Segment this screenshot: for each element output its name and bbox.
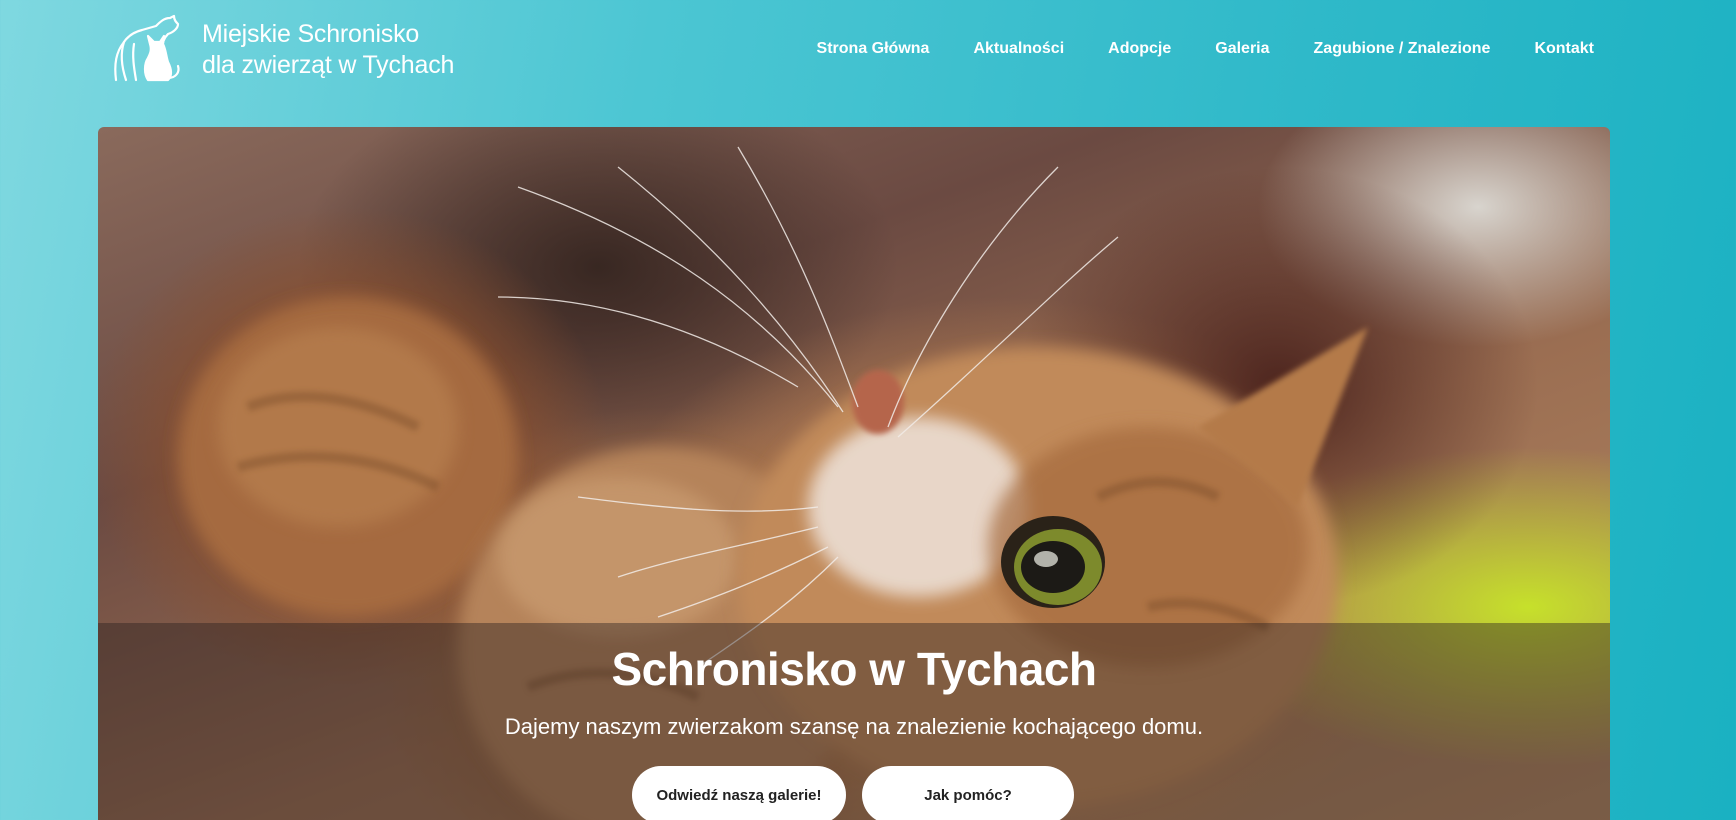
hero-title: Schronisko w Tychach bbox=[611, 643, 1097, 695]
site-logo[interactable]: Miejskie Schronisko dla zwierząt w Tycha… bbox=[108, 14, 454, 86]
nav-lost-found[interactable]: Zagubione / Znalezione bbox=[1314, 40, 1491, 58]
dog-and-cat-icon bbox=[114, 14, 180, 82]
site-header: Miejskie Schronisko dla zwierząt w Tycha… bbox=[0, 0, 1736, 120]
how-to-help-button[interactable]: Jak pomóc? bbox=[862, 766, 1074, 820]
nav-gallery[interactable]: Galeria bbox=[1215, 40, 1269, 58]
site-name: Miejskie Schronisko dla zwierząt w Tycha… bbox=[202, 19, 454, 81]
site-name-line1: Miejskie Schronisko bbox=[202, 20, 420, 48]
hero-subtitle: Dajemy naszym zwierzakom szansę na znale… bbox=[504, 714, 1204, 739]
hero-banner: Schronisko w Tychach Dajemy naszym zwier… bbox=[98, 127, 1610, 820]
nav-contact[interactable]: Kontakt bbox=[1534, 40, 1594, 58]
main-nav: Strona Główna Aktualności Adopcje Galeri… bbox=[773, 40, 1594, 58]
nav-news[interactable]: Aktualności bbox=[973, 40, 1064, 58]
site-name-line2: dla zwierząt w Tychach bbox=[202, 51, 455, 79]
gallery-button[interactable]: Odwiedź naszą galerie! bbox=[632, 766, 846, 820]
nav-home[interactable]: Strona Główna bbox=[817, 40, 930, 58]
nav-adoptions[interactable]: Adopcje bbox=[1108, 40, 1171, 58]
